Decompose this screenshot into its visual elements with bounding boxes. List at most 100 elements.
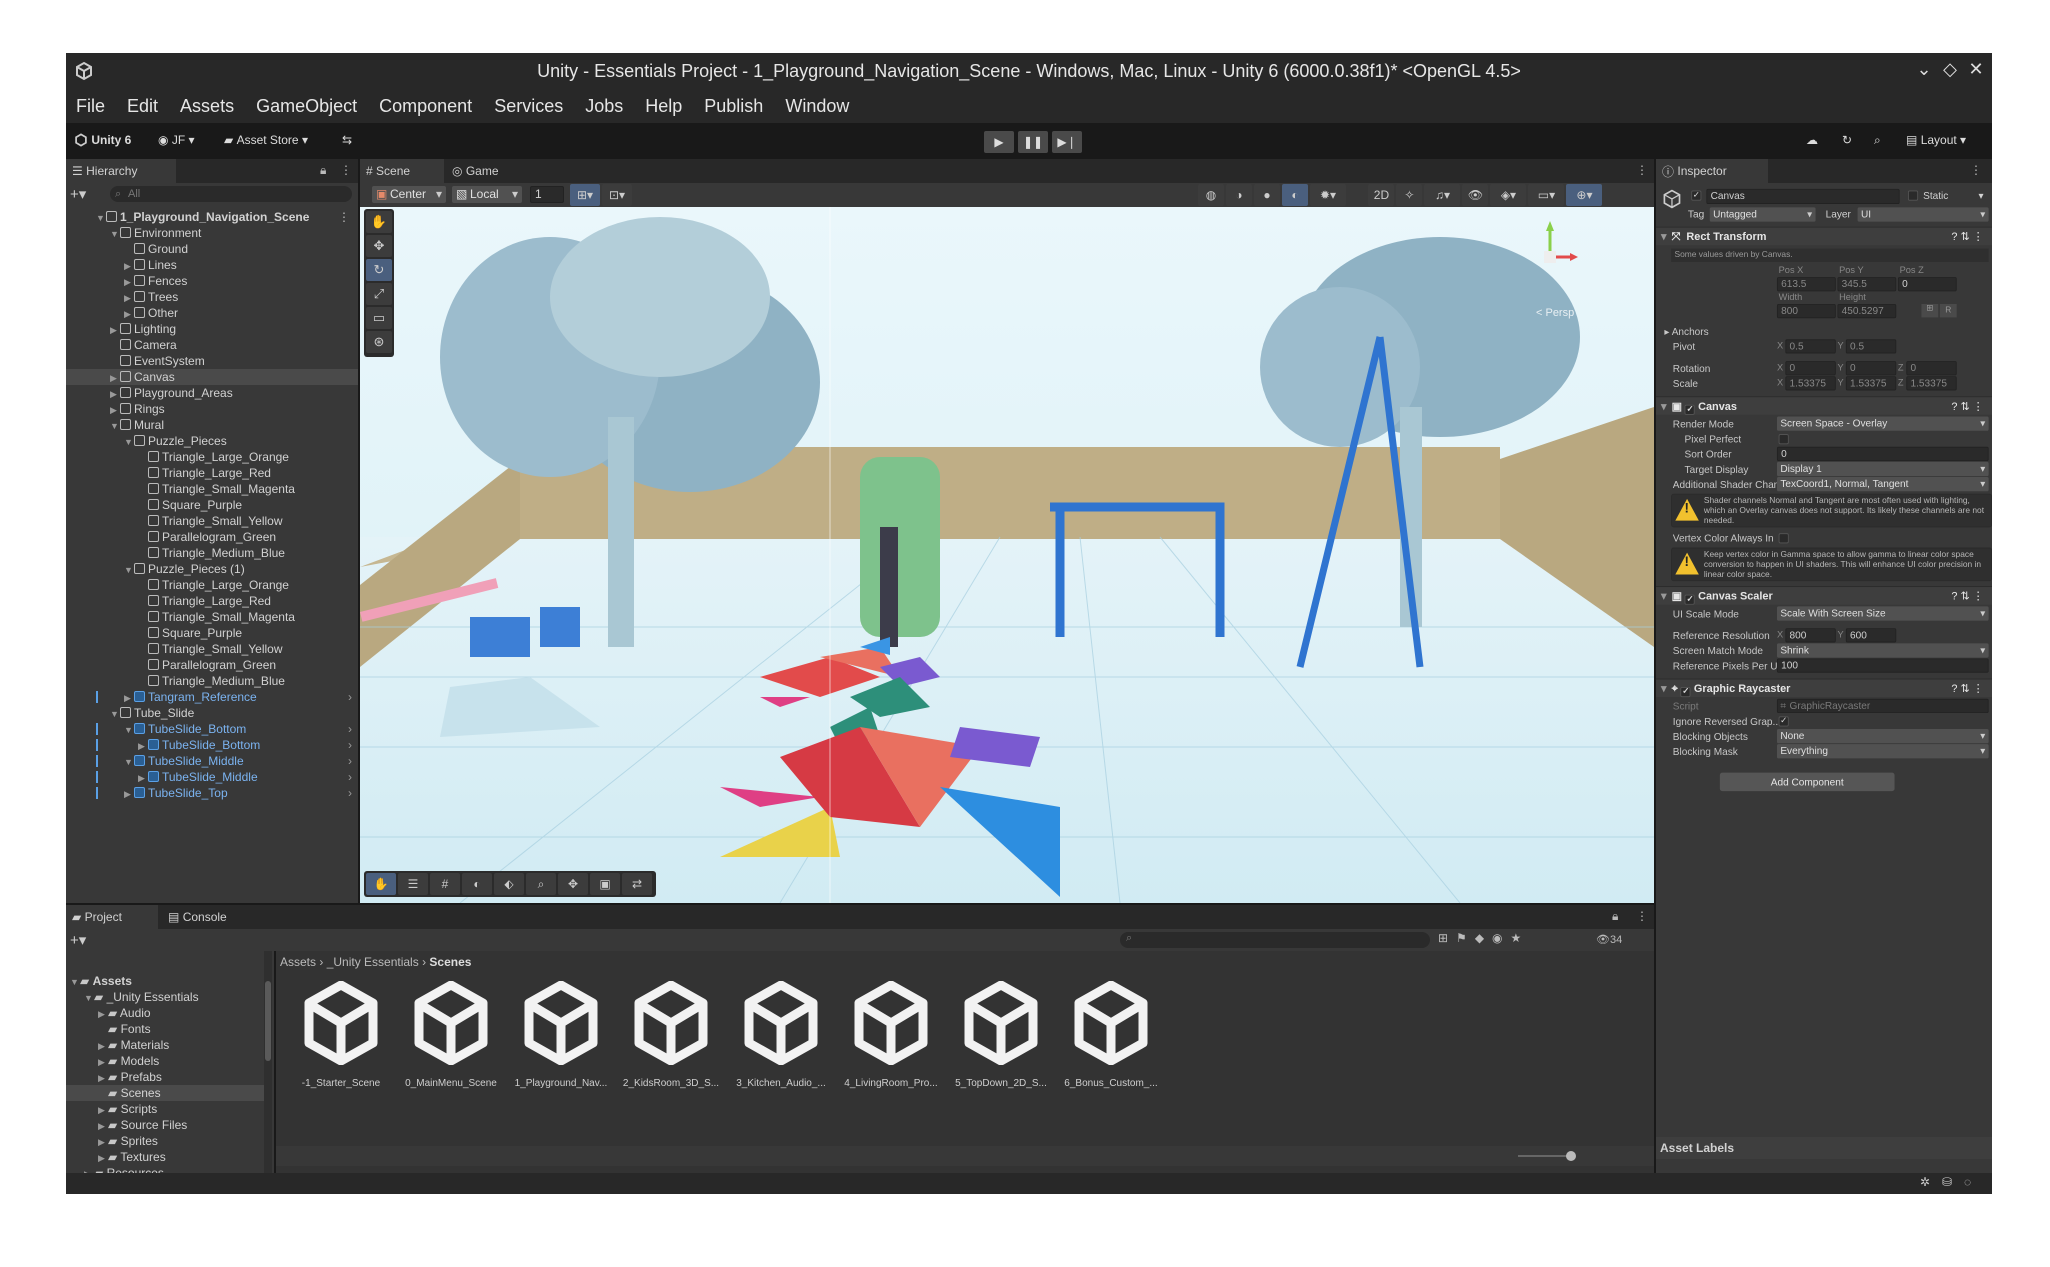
foldout-arrow-icon[interactable]: ▶ [124,274,134,290]
foldout-arrow-icon[interactable]: ▶ [98,1038,108,1054]
filter-icons[interactable]: ⊞⚑◆◉★ [1438,931,1529,945]
lit-icon[interactable]: ◐ [1282,184,1308,206]
zoom-icon[interactable]: ⌕ [526,873,556,895]
rect-transform-header[interactable]: ▾ ⤧ Rect Transform? ⇅ ⋮ [1656,226,1992,246]
folder-item[interactable]: ▶ ▰ Audio [66,1005,266,1021]
vertex-color-checkbox[interactable] [1778,533,1789,544]
menu-item-help[interactable]: Help [645,96,682,117]
search-icon[interactable]: ⌕ [1874,129,1881,151]
hierarchy-item[interactable]: Square_Purple [66,497,358,513]
persp-label[interactable]: < Persp [1536,307,1574,319]
shuffle-icon[interactable]: ⇄ [622,873,652,895]
folder-item[interactable]: ▶ ▰ Prefabs [66,1069,266,1085]
wireframe-icon[interactable]: ◍ [1198,184,1224,206]
folder-item[interactable]: ▰ Scenes [66,1085,266,1101]
hierarchy-item[interactable]: Parallelogram_Green [66,529,358,545]
foldout-arrow-icon[interactable]: ▼ [124,434,134,450]
foldout-arrow-icon[interactable]: ▼ [84,990,94,1006]
cache-icon[interactable]: ⛁ [1942,1175,1952,1189]
shader-channels-dropdown[interactable]: TexCoord1, Normal, Tangent [1776,477,1989,492]
hand-tool-icon[interactable]: ✋ [366,211,392,233]
hierarchy-item[interactable]: Triangle_Medium_Blue [66,545,358,561]
open-prefab-icon[interactable]: › [348,689,352,705]
rot-y-field[interactable]: 0 [1845,361,1897,376]
grid-icon[interactable]: # [430,873,460,895]
scale-z-field[interactable]: 1.53375 [1906,376,1957,391]
canvas-header[interactable]: ▾ ▣ ✓ Canvas? ⇅ ⋮ [1656,396,1992,415]
hierarchy-item[interactable]: Triangle_Medium_Blue [66,673,358,689]
account-button[interactable]: Unity 6 [74,129,131,151]
menu-item-component[interactable]: Component [379,96,472,117]
scene-view[interactable]: ✋ ✥ ↻ ⤢ ▭ ⊛ < Persp ✋ ☰ # ◐ ⬖ ⌕ ✥ ▣ ⇄ [360,207,1654,903]
visibility-icon[interactable]: 👁︎ [1462,184,1489,206]
scale-tool-icon[interactable]: ⤢ [366,283,392,305]
foldout-arrow-icon[interactable]: ▼ [124,562,134,578]
component-menu-icons[interactable]: ? ⇅ ⋮ [1951,587,1983,605]
hierarchy-item[interactable]: ▶ Playground_Areas [66,385,358,401]
static-dropdown[interactable]: ▾ [1979,190,1984,202]
lock-icon[interactable]: 🔒︎ [1612,909,1618,924]
blueprint-button[interactable]: ⊞ [1921,303,1939,318]
hierarchy-item[interactable]: ▼ Mural [66,417,358,433]
anchors-foldout[interactable]: ▸ Anchors [1664,324,1708,339]
object-name-input[interactable]: Canvas [1706,188,1900,204]
hierarchy-item[interactable]: Ground [66,241,358,257]
tab-project[interactable]: ▰ Project [66,905,158,929]
scene-asset[interactable]: 3_Kitchen_Audio_... [726,980,836,1089]
scene-asset[interactable]: 1_Playground_Nav... [506,980,616,1089]
target-display-dropdown[interactable]: Display 1 [1776,461,1989,477]
foldout-arrow-icon[interactable]: ▶ [98,1006,108,1022]
tab-inspector[interactable]: ⓘ Inspector [1656,159,1768,183]
zoom-slider[interactable] [1518,1151,1576,1161]
layers-icon[interactable]: ◈▾ [1490,184,1527,206]
ppu-field[interactable]: 100 [1776,658,1989,673]
hierarchy-item[interactable]: ▶ Canvas [66,369,358,385]
layout-dropdown[interactable]: ▤ Layout ▾ [1906,129,1966,151]
hierarchy-item[interactable]: ▼ Tube_Slide [66,705,358,721]
asset-labels-header[interactable]: Asset Labels [1656,1137,1992,1159]
hierarchy-item[interactable]: Parallelogram_Green [66,657,358,673]
more-options-icon[interactable]: ⋮ [338,209,350,225]
folder-item[interactable]: ▶ ▰ Sprites [66,1133,266,1149]
foldout-arrow-icon[interactable]: ▶ [98,1070,108,1086]
scene-asset[interactable]: 0_MainMenu_Scene [396,980,506,1089]
debug-draw-icon[interactable]: ✹▾ [1310,184,1346,206]
pivot-y-field[interactable]: 0.5 [1845,339,1897,354]
more-options-icon[interactable]: ⋮ [340,163,352,177]
canvas-enabled-checkbox[interactable]: ✓ [1684,404,1696,415]
rot-x-field[interactable]: 0 [1785,361,1836,376]
camera-icon[interactable]: ▣ [590,873,620,895]
tab-scene[interactable]: # Scene [360,159,444,183]
hierarchy-item[interactable]: Triangle_Large_Orange [66,449,358,465]
hierarchy-item[interactable]: Triangle_Large_Red [66,465,358,481]
foldout-arrow-icon[interactable]: ▶ [98,1118,108,1134]
folder-item[interactable]: ▼▰ _Unity Essentials [66,989,266,1005]
transform-tool-icon[interactable]: ⊛ [366,331,392,353]
grid-snap-input[interactable]: 1 [530,186,564,203]
menu-item-jobs[interactable]: Jobs [585,96,623,117]
open-prefab-icon[interactable]: › [348,737,352,753]
increment-snap-toggle[interactable]: ⊡▾ [602,184,632,206]
foldout-arrow-icon[interactable]: ▶ [98,1150,108,1166]
folder-item[interactable]: ▼▰ Assets [66,973,266,989]
navigate-icon[interactable]: ⬖ [494,873,524,895]
raw-edit-button[interactable]: R [1939,303,1957,318]
foldout-arrow-icon[interactable]: ▼ [124,722,134,738]
debug-icon[interactable]: ✲ [1920,1175,1930,1189]
open-prefab-icon[interactable]: › [348,721,352,737]
layer-dropdown[interactable]: UI [1857,207,1989,222]
tab-console[interactable]: ▤ Console [162,905,254,929]
hierarchy-item[interactable]: ▼ TubeSlide_Bottom › [66,721,358,737]
foldout-arrow-icon[interactable]: ▶ [138,770,148,786]
grid-snap-toggle[interactable]: ⊞▾ [570,184,600,206]
open-prefab-icon[interactable]: › [348,769,352,785]
folder-item[interactable]: ▶ ▰ Materials [66,1037,266,1053]
rotate-tool-icon[interactable]: ↻ [366,259,392,281]
project-search-input[interactable]: ⌕ [1120,932,1430,948]
2d-toggle-icon[interactable]: 2D [1368,184,1395,206]
pivot-x-field[interactable]: 0.5 [1785,339,1836,354]
hierarchy-item[interactable]: ▶ Other [66,305,358,321]
open-prefab-icon[interactable]: › [348,753,352,769]
foldout-arrow-icon[interactable]: ▶ [98,1134,108,1150]
hierarchy-item[interactable]: ▼ Puzzle_Pieces (1) [66,561,358,577]
